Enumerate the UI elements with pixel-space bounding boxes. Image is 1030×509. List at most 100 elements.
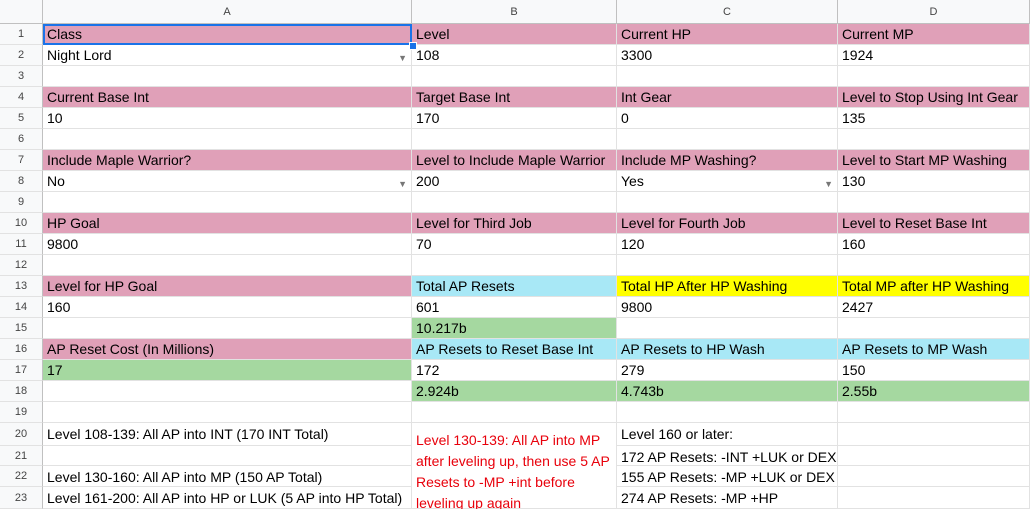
row-header-20[interactable]: 20 [0,423,43,446]
cell-d10[interactable]: Level to Reset Base Int [838,213,1030,234]
cell-d23[interactable] [838,487,1030,509]
cell-c8[interactable]: Yes ▼ [617,171,838,192]
row-header-9[interactable]: 9 [0,192,43,213]
column-header-a[interactable]: A [43,0,412,24]
cell-d20[interactable] [838,423,1030,446]
cell-d8[interactable]: 130 [838,171,1030,192]
cell-a5[interactable]: 10 [43,108,412,129]
cell-c17[interactable]: 279 [617,360,838,381]
cell-c5[interactable]: 0 [617,108,838,129]
column-header-c[interactable]: C [617,0,838,24]
row-header-7[interactable]: 7 [0,150,43,171]
cell-d1[interactable]: Current MP [838,24,1030,45]
cell-c19[interactable] [617,402,838,423]
cell-d16[interactable]: AP Resets to MP Wash [838,339,1030,360]
cell-a9[interactable] [43,192,412,213]
row-header-12[interactable]: 12 [0,255,43,276]
cell-d14[interactable]: 2427 [838,297,1030,318]
row-header-14[interactable]: 14 [0,297,43,318]
cell-b20[interactable]: Level 130-139: All AP into MP after leve… [412,423,617,509]
row-header-17[interactable]: 17 [0,360,43,381]
cell-d9[interactable] [838,192,1030,213]
cell-a22[interactable]: Level 130-160: All AP into MP (150 AP To… [43,466,412,487]
cell-b8[interactable]: 200 [412,171,617,192]
cell-a10[interactable]: HP Goal [43,213,412,234]
row-header-8[interactable]: 8 [0,171,43,192]
cell-a3[interactable] [43,66,412,87]
cell-d11[interactable]: 160 [838,234,1030,255]
cell-d5[interactable]: 135 [838,108,1030,129]
cell-a17[interactable]: 17 [43,360,412,381]
cell-c13[interactable]: Total HP After HP Washing [617,276,838,297]
cell-d18[interactable]: 2.55b [838,381,1030,402]
cell-d19[interactable] [838,402,1030,423]
cell-c14[interactable]: 9800 [617,297,838,318]
row-header-22[interactable]: 22 [0,466,43,487]
cell-c12[interactable] [617,255,838,276]
cell-d13[interactable]: Total MP after HP Washing [838,276,1030,297]
cell-b15[interactable]: 10.217b [412,318,617,339]
cell-c16[interactable]: AP Resets to HP Wash [617,339,838,360]
row-header-2[interactable]: 2 [0,45,43,66]
cell-b11[interactable]: 70 [412,234,617,255]
cell-a23[interactable]: Level 161-200: All AP into HP or LUK (5 … [43,487,412,509]
cell-a21[interactable] [43,446,412,466]
cell-b6[interactable] [412,129,617,150]
cell-d3[interactable] [838,66,1030,87]
cell-a4[interactable]: Current Base Int [43,87,412,108]
cell-b4[interactable]: Target Base Int [412,87,617,108]
cell-c7[interactable]: Include MP Washing? [617,150,838,171]
dropdown-arrow-icon[interactable]: ▼ [398,176,407,193]
cell-d4[interactable]: Level to Stop Using Int Gear [838,87,1030,108]
cell-d15[interactable] [838,318,1030,339]
dropdown-arrow-icon[interactable]: ▼ [824,176,833,193]
cell-b2[interactable]: 108 [412,45,617,66]
cell-c20[interactable]: Level 160 or later: [617,423,838,446]
cell-b10[interactable]: Level for Third Job [412,213,617,234]
cell-b14[interactable]: 601 [412,297,617,318]
cell-a8[interactable]: No ▼ [43,171,412,192]
cell-d2[interactable]: 1924 [838,45,1030,66]
row-header-18[interactable]: 18 [0,381,43,402]
row-header-16[interactable]: 16 [0,339,43,360]
cell-a15[interactable] [43,318,412,339]
cell-c1[interactable]: Current HP [617,24,838,45]
cell-b13[interactable]: Total AP Resets [412,276,617,297]
cell-b16[interactable]: AP Resets to Reset Base Int [412,339,617,360]
cell-d12[interactable] [838,255,1030,276]
cell-c4[interactable]: Int Gear [617,87,838,108]
selection-fill-handle[interactable] [409,42,417,50]
cell-c9[interactable] [617,192,838,213]
row-header-4[interactable]: 4 [0,87,43,108]
cell-b12[interactable] [412,255,617,276]
cell-a14[interactable]: 160 [43,297,412,318]
row-header-13[interactable]: 13 [0,276,43,297]
row-header-19[interactable]: 19 [0,402,43,423]
cell-d21[interactable] [838,446,1030,466]
cell-b17[interactable]: 172 [412,360,617,381]
cell-d7[interactable]: Level to Start MP Washing [838,150,1030,171]
cell-a6[interactable] [43,129,412,150]
cell-a7[interactable]: Include Maple Warrior? [43,150,412,171]
dropdown-arrow-icon[interactable]: ▼ [398,50,407,67]
row-header-11[interactable]: 11 [0,234,43,255]
cell-b1[interactable]: Level [412,24,617,45]
cell-a11[interactable]: 9800 [43,234,412,255]
row-header-6[interactable]: 6 [0,129,43,150]
cell-b9[interactable] [412,192,617,213]
cell-c6[interactable] [617,129,838,150]
cell-a18[interactable] [43,381,412,402]
cell-c23[interactable]: 274 AP Resets: -MP +HP [617,487,838,509]
cell-a19[interactable] [43,402,412,423]
cell-d17[interactable]: 150 [838,360,1030,381]
row-header-10[interactable]: 10 [0,213,43,234]
row-header-1[interactable]: 1 [0,24,43,45]
cell-c22[interactable]: 155 AP Resets: -MP +LUK or DEX [617,466,838,487]
cell-c2[interactable]: 3300 [617,45,838,66]
cell-a1[interactable]: Class [43,24,412,45]
cell-c10[interactable]: Level for Fourth Job [617,213,838,234]
cell-d22[interactable] [838,466,1030,487]
cell-c11[interactable]: 120 [617,234,838,255]
cell-a13[interactable]: Level for HP Goal [43,276,412,297]
cell-b7[interactable]: Level to Include Maple Warrior [412,150,617,171]
